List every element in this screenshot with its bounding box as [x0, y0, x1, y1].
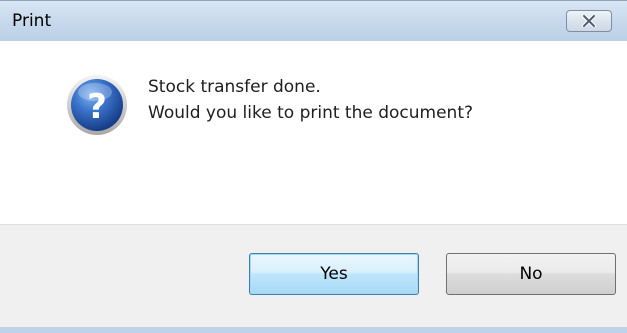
- no-button[interactable]: No: [446, 253, 616, 295]
- close-icon: [582, 15, 596, 27]
- print-dialog: Print ? Stock transfer done. Would you l…: [0, 0, 627, 333]
- window-bottom-frame: [0, 327, 627, 333]
- message-line-1: Stock transfer done.: [148, 77, 321, 97]
- yes-button[interactable]: Yes: [249, 253, 419, 295]
- question-icon: ?: [66, 74, 128, 136]
- title-bar: Print: [0, 1, 627, 41]
- button-bar: Yes No: [0, 224, 627, 333]
- message-text: Stock transfer done. Would you like to p…: [148, 74, 473, 126]
- message-line-2: Would you like to print the document?: [148, 103, 474, 123]
- close-button[interactable]: [566, 10, 612, 32]
- svg-text:?: ?: [87, 87, 107, 127]
- window-title: Print: [12, 11, 52, 31]
